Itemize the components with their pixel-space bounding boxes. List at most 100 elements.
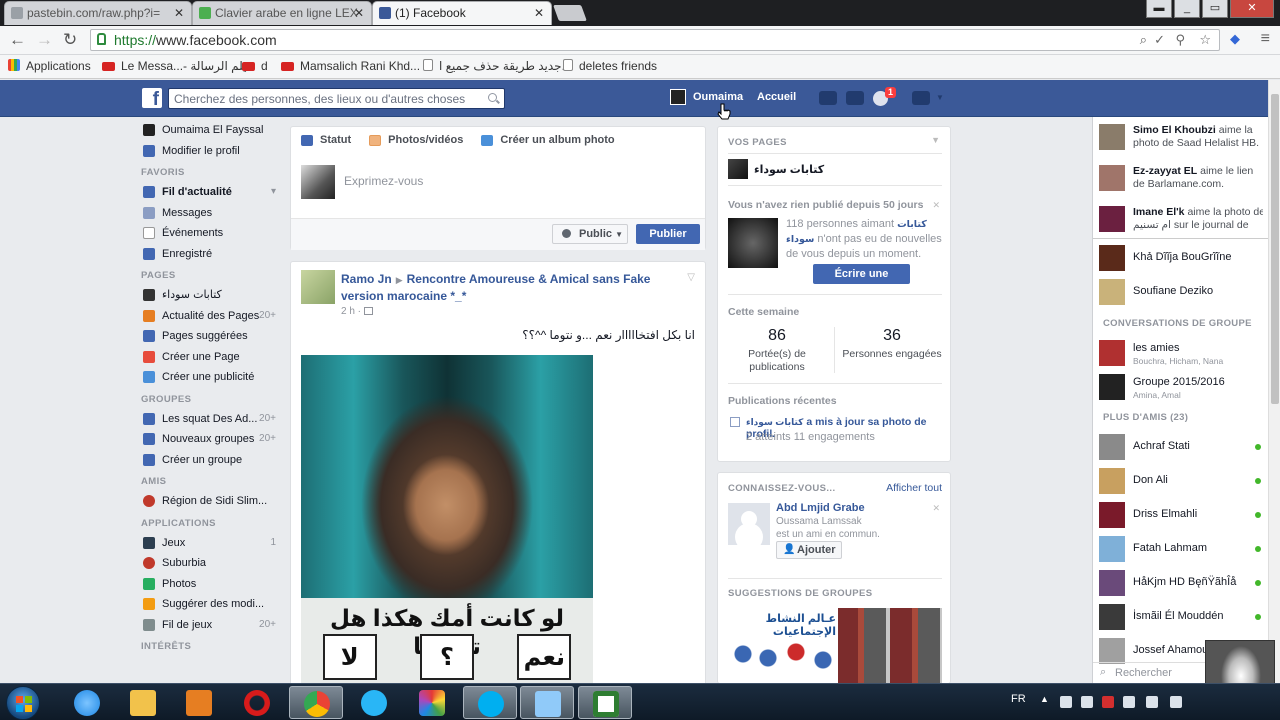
forward-icon[interactable]: →: [36, 30, 53, 50]
windows-flag-icon[interactable]: [1060, 696, 1072, 708]
nav-messages[interactable]: Messages: [140, 203, 280, 224]
antivirus-icon[interactable]: [1102, 696, 1114, 708]
check-icon[interactable]: ✓: [1154, 32, 1165, 48]
chat-contact[interactable]: Soufiane Deziko: [1099, 279, 1261, 307]
nav-events[interactable]: Événements: [140, 223, 280, 244]
back-icon[interactable]: ←: [9, 30, 26, 50]
account-menu-icon[interactable]: ▼: [936, 93, 946, 107]
chat-search-input[interactable]: ⌕ Rechercher: [1093, 662, 1207, 683]
post-author[interactable]: Ramo Jn: [341, 272, 392, 286]
tab-facebook[interactable]: (1) Facebook ✕: [372, 1, 552, 25]
chat-contact[interactable]: Fatah Lahmam: [1099, 536, 1261, 564]
facebook-logo-icon[interactable]: f: [142, 88, 162, 108]
chat-contact[interactable]: Don Ali: [1099, 468, 1261, 496]
nav-friend-list-region[interactable]: Région de Sidi Slim...: [140, 491, 280, 512]
close-window-icon[interactable]: ✕: [1230, 0, 1274, 18]
mutual-friend-name[interactable]: Oussama Lamssak: [776, 515, 862, 529]
nav-suggest-edits[interactable]: Suggérer des modi...: [140, 594, 280, 615]
search-icon[interactable]: [488, 93, 497, 102]
nav-edit-profile[interactable]: Modifier le profil: [140, 141, 280, 162]
tab-create-album[interactable]: Créer un album photo: [481, 134, 615, 146]
bookmark-deletes-friends[interactable]: deletes friends: [563, 59, 657, 73]
page-avatar[interactable]: [728, 159, 748, 179]
ticker-item[interactable]: Simo El Khoubzi aime la photo de Saad He…: [1099, 122, 1263, 162]
extension-icon[interactable]: ⚲: [1175, 32, 1185, 48]
nav-create-group[interactable]: Créer un groupe: [140, 450, 280, 471]
close-icon[interactable]: ✕: [932, 503, 940, 514]
taskbar-opera[interactable]: [230, 686, 284, 719]
privacy-selector[interactable]: Public ▼: [552, 224, 628, 244]
volume-icon[interactable]: [1170, 696, 1182, 708]
taskbar-file-explorer[interactable]: [116, 686, 170, 719]
nav-page-kitabat[interactable]: كتابات سوداء: [140, 285, 280, 306]
chevron-down-icon[interactable]: ▽: [687, 272, 695, 283]
taskbar-paint[interactable]: [405, 686, 459, 719]
close-icon[interactable]: ✕: [534, 2, 544, 24]
privacy-shortcuts-icon[interactable]: [912, 91, 930, 105]
suggested-group-image[interactable]: عـالم النشاط الإجتماعيات: [728, 608, 942, 684]
tab-photos-videos[interactable]: Photos/vidéos: [369, 134, 463, 146]
show-hidden-icons-icon[interactable]: ▲: [1040, 694, 1052, 706]
taskbar-skype[interactable]: [463, 686, 517, 719]
bookmark-mamsalich[interactable]: Mamsalich Rani Khd...: [281, 59, 420, 73]
action-center-icon[interactable]: [1081, 696, 1093, 708]
nav-create-ad[interactable]: Créer une publicité: [140, 367, 280, 388]
new-tab-button[interactable]: [553, 5, 587, 21]
messages-icon[interactable]: [846, 91, 864, 105]
taskbar-media-player[interactable]: [172, 686, 226, 719]
chat-contact[interactable]: Achraf Stati: [1099, 434, 1261, 462]
language-indicator[interactable]: FR: [1011, 693, 1026, 705]
nav-saved[interactable]: Enregistré: [140, 244, 280, 265]
address-bar[interactable]: https://www.facebook.com ⌕ ✓ ⚲ ☆: [90, 29, 1220, 51]
avatar[interactable]: [728, 503, 770, 545]
chat-contact[interactable]: İsmãil Él Mouddén: [1099, 604, 1261, 632]
add-friend-button[interactable]: 👤 Ajouter: [776, 541, 842, 559]
shield-extension-icon[interactable]: ◆: [1230, 31, 1240, 47]
taskbar-app-n[interactable]: [347, 686, 401, 719]
tab-clavier-arabe[interactable]: Clavier arabe en ligne LEX ✕: [192, 1, 372, 25]
group-conversation[interactable]: Groupe 2015/2016 Amina, Amal: [1099, 374, 1261, 402]
publish-button[interactable]: Publier: [636, 224, 700, 244]
ticker-item[interactable]: Imane El'k aime la photo de ام تسنيم sur…: [1099, 204, 1263, 236]
post-timestamp[interactable]: 2 h ·: [341, 306, 373, 317]
nav-suburbia[interactable]: Suburbia: [140, 553, 280, 574]
user-icon[interactable]: ▬: [1146, 0, 1172, 18]
maximize-icon[interactable]: ▭: [1202, 0, 1228, 18]
nav-new-groups[interactable]: Nouveaux groupes 20+: [140, 429, 280, 450]
search-icon[interactable]: ⌕: [1140, 32, 1147, 48]
bookmark-applications[interactable]: Applications: [8, 59, 91, 73]
chat-contact[interactable]: Khả Dĩĩja BouGrĩĩne: [1099, 245, 1261, 273]
tab-status[interactable]: Statut: [301, 134, 351, 146]
nav-pages-feed[interactable]: Actualité des Pages 20+: [140, 306, 280, 327]
bookmark-d[interactable]: d: [242, 59, 268, 73]
bookmark-delete-method[interactable]: جديد طريقة حذف جميع ا...: [423, 59, 572, 73]
post-image[interactable]: لو كانت أمك هكذا هل تقبلها نعم ؟ لا: [301, 355, 593, 690]
see-all-link[interactable]: Afficher tout: [886, 482, 942, 494]
write-post-button[interactable]: Écrire une publication: [813, 264, 910, 300]
close-icon[interactable]: ✕: [354, 2, 364, 24]
bookmark-le-message[interactable]: Le Messa...- فيلم الرسالة: [102, 59, 252, 73]
chevron-down-icon[interactable]: ▼: [931, 135, 940, 145]
search-input[interactable]: [168, 88, 505, 109]
bookmark-star-icon[interactable]: ☆: [1199, 32, 1211, 48]
friend-requests-icon[interactable]: [819, 91, 837, 105]
chat-contact[interactable]: HåKjm HD BęñŸãhÎå: [1099, 570, 1261, 598]
taskbar-internet-explorer[interactable]: [60, 686, 114, 719]
nav-games-feed[interactable]: Fil de jeux 20+: [140, 615, 280, 636]
suggested-person-name[interactable]: Abd Lmjid Grabe: [776, 502, 865, 514]
taskbar-notepad[interactable]: [520, 686, 574, 719]
nav-suggested-pages[interactable]: Pages suggérées: [140, 326, 280, 347]
minimize-icon[interactable]: _: [1174, 0, 1200, 18]
page-name[interactable]: كتابات سوداء: [754, 163, 824, 176]
scrollbar-thumb[interactable]: [1271, 94, 1279, 404]
ticker-item[interactable]: Ez-zayyat EL aime le lien de Barlamane.c…: [1099, 163, 1263, 203]
taskbar-camtasia[interactable]: [578, 686, 632, 719]
network-icon[interactable]: [1146, 696, 1158, 708]
nav-group-squat[interactable]: Les squat Des Ad... 20+: [140, 409, 280, 430]
group-conversation[interactable]: les amies Bouchra, Hicham, Nana: [1099, 340, 1261, 368]
nav-games[interactable]: Jeux 1: [140, 533, 280, 554]
home-link[interactable]: Accueil: [757, 91, 796, 103]
profile-link[interactable]: Oumaima: [670, 89, 743, 105]
composer-input[interactable]: Exprimez-vous: [344, 174, 423, 188]
close-icon[interactable]: ✕: [932, 200, 940, 211]
